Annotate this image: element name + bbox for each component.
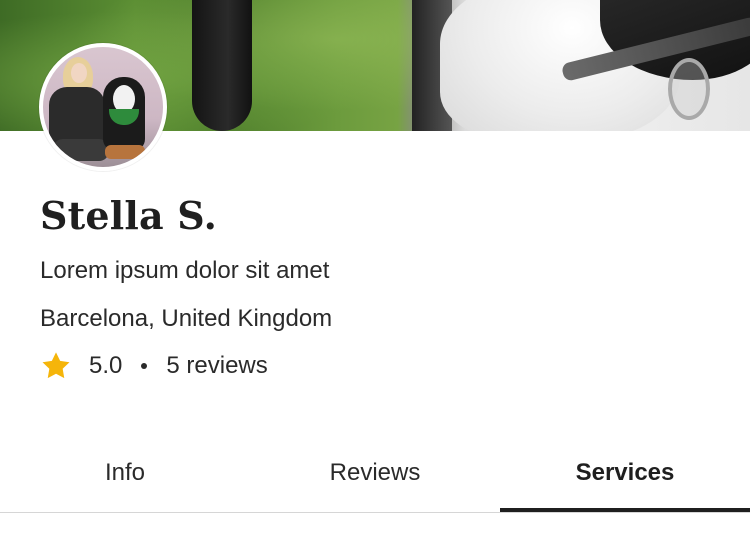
tab-services[interactable]: Services	[500, 433, 750, 513]
profile-location: Barcelona, United Kingdom	[40, 305, 333, 332]
tab-info[interactable]: Info	[0, 433, 250, 513]
rating-summary: 5.0 5 reviews	[40, 348, 268, 384]
tabs-divider	[0, 512, 750, 513]
rating-value: 5.0	[89, 352, 123, 379]
avatar-person-legs	[53, 139, 109, 161]
tab-reviews[interactable]: Reviews	[250, 433, 500, 513]
cover-leg	[192, 0, 252, 131]
profile-name: Stella S.	[40, 193, 218, 238]
profile-tagline: Lorem ipsum dolor sit amet	[40, 257, 330, 284]
reviews-count[interactable]: 5 reviews	[166, 352, 267, 380]
avatar[interactable]	[39, 43, 167, 171]
profile-tabs: Info Reviews Services	[0, 433, 750, 513]
separator-dot	[141, 363, 148, 369]
avatar-person-face	[71, 63, 87, 83]
cover-dog-tag	[668, 58, 710, 120]
tab-services-label: Services	[575, 459, 675, 486]
tab-reviews-label: Reviews	[329, 459, 421, 486]
tab-info-label: Info	[104, 459, 146, 486]
avatar-dog-paws	[105, 145, 145, 159]
star-icon	[42, 352, 70, 379]
